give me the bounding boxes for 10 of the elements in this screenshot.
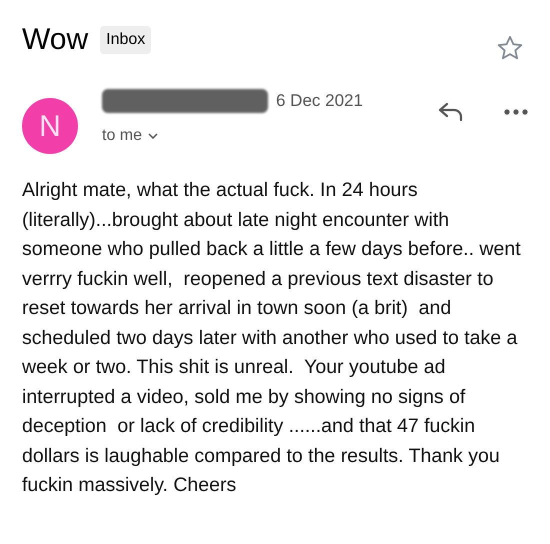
inbox-label[interactable]: Inbox [100,26,152,54]
more-options-icon[interactable] [504,109,528,115]
email-body: Alright mate, what the actual fuck. In 24 hours (literally)...brought about late night encounter with someone who pulled back a little a few days before.. went verrry fuckin well, reopened a previous text disaster to reset towards her arrival in town soon (a brit) and scheduled two days later with another who used to take a week or two. This shit is unreal. Your youtube ad interrupted a video, sold me by showing no signs of deception or lack of credibility ......and that 47 fuckin dollars is laughable compared to the results. Thank you fuckin massively. Cheers [22,178,522,498]
email-date: 6 Dec 2021 [276,90,363,112]
reply-icon[interactable] [438,102,464,122]
sender-avatar: N [22,98,78,154]
star-icon[interactable] [496,34,524,62]
email-subject: Wow [22,22,88,58]
recipient-toggle[interactable]: to me [102,124,363,148]
chevron-down-icon [148,132,158,138]
